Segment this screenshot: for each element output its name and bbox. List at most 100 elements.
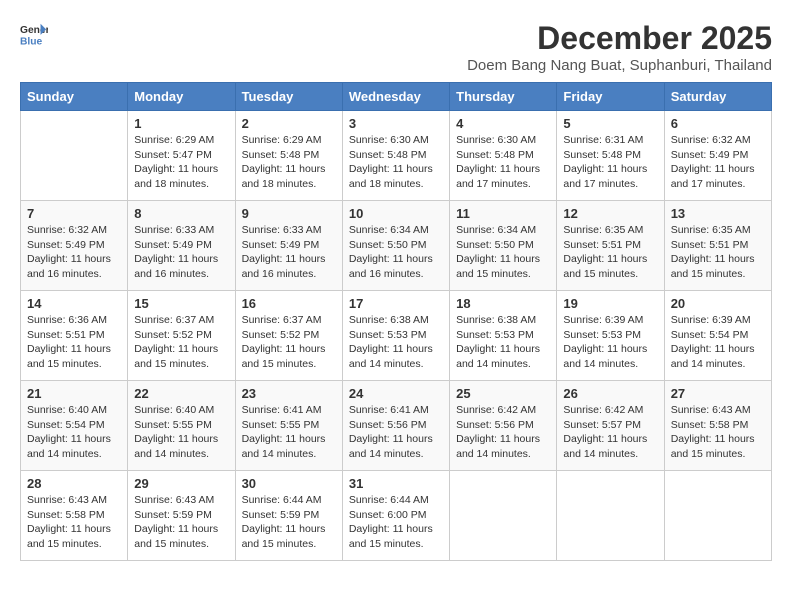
calendar-cell: 23 Sunrise: 6:41 AMSunset: 5:55 PMDayligh… xyxy=(235,381,342,471)
day-info: Sunrise: 6:37 AMSunset: 5:52 PMDaylight:… xyxy=(134,313,228,372)
day-info: Sunrise: 6:29 AMSunset: 5:48 PMDaylight:… xyxy=(242,133,336,192)
day-number: 28 xyxy=(27,476,121,491)
day-info: Sunrise: 6:29 AMSunset: 5:47 PMDaylight:… xyxy=(134,133,228,192)
day-info: Sunrise: 6:38 AMSunset: 5:53 PMDaylight:… xyxy=(349,313,443,372)
day-info: Sunrise: 6:42 AMSunset: 5:57 PMDaylight:… xyxy=(563,403,657,462)
day-number: 7 xyxy=(27,206,121,221)
calendar-cell: 29 Sunrise: 6:43 AMSunset: 5:59 PMDayligh… xyxy=(128,471,235,561)
day-info: Sunrise: 6:37 AMSunset: 5:52 PMDaylight:… xyxy=(242,313,336,372)
calendar-cell: 28 Sunrise: 6:43 AMSunset: 5:58 PMDayligh… xyxy=(21,471,128,561)
header-friday: Friday xyxy=(557,83,664,111)
calendar-cell xyxy=(664,471,771,561)
svg-text:Blue: Blue xyxy=(20,36,43,47)
calendar-cell: 10 Sunrise: 6:34 AMSunset: 5:50 PMDayligh… xyxy=(342,201,449,291)
header-tuesday: Tuesday xyxy=(235,83,342,111)
calendar-cell: 5Sunrise: 6:31 AMSunset: 5:48 PMDaylight… xyxy=(557,111,664,201)
day-number: 27 xyxy=(671,386,765,401)
day-number: 13 xyxy=(671,206,765,221)
header-thursday: Thursday xyxy=(450,83,557,111)
calendar-week-row: 14Sunrise: 6:36 AMSunset: 5:51 PMDayligh… xyxy=(21,291,772,381)
day-number: 17 xyxy=(349,296,443,311)
calendar-cell: 20 Sunrise: 6:39 AMSunset: 5:54 PMDayligh… xyxy=(664,291,771,381)
day-info: Sunrise: 6:33 AMSunset: 5:49 PMDaylight:… xyxy=(242,223,336,282)
calendar-cell: 7 Sunrise: 6:32 AMSunset: 5:49 PMDaylight… xyxy=(21,201,128,291)
month-title: December 2025 xyxy=(467,20,772,57)
day-number: 2 xyxy=(242,116,336,131)
day-number: 30 xyxy=(242,476,336,491)
header-saturday: Saturday xyxy=(664,83,771,111)
calendar-week-row: 7 Sunrise: 6:32 AMSunset: 5:49 PMDaylight… xyxy=(21,201,772,291)
day-number: 12 xyxy=(563,206,657,221)
day-info: Sunrise: 6:43 AMSunset: 5:58 PMDaylight:… xyxy=(27,493,121,552)
calendar-cell: 30 Sunrise: 6:44 AMSunset: 5:59 PMDayligh… xyxy=(235,471,342,561)
calendar-cell: 6 Sunrise: 6:32 AMSunset: 5:49 PMDaylight… xyxy=(664,111,771,201)
calendar-cell: 24 Sunrise: 6:41 AMSunset: 5:56 PMDayligh… xyxy=(342,381,449,471)
calendar-cell: 22 Sunrise: 6:40 AMSunset: 5:55 PMDayligh… xyxy=(128,381,235,471)
calendar-cell: 27 Sunrise: 6:43 AMSunset: 5:58 PMDayligh… xyxy=(664,381,771,471)
day-info: Sunrise: 6:36 AMSunset: 5:51 PMDaylight:… xyxy=(27,313,121,372)
day-number: 23 xyxy=(242,386,336,401)
calendar-cell: 26Sunrise: 6:42 AMSunset: 5:57 PMDayligh… xyxy=(557,381,664,471)
day-info: Sunrise: 6:39 AMSunset: 5:53 PMDaylight:… xyxy=(563,313,657,372)
day-number: 9 xyxy=(242,206,336,221)
day-number: 10 xyxy=(349,206,443,221)
calendar-header-row: Sunday Monday Tuesday Wednesday Thursday… xyxy=(21,83,772,111)
day-info: Sunrise: 6:42 AMSunset: 5:56 PMDaylight:… xyxy=(456,403,550,462)
calendar-cell xyxy=(21,111,128,201)
calendar-cell: 11Sunrise: 6:34 AMSunset: 5:50 PMDayligh… xyxy=(450,201,557,291)
calendar-cell xyxy=(557,471,664,561)
day-info: Sunrise: 6:34 AMSunset: 5:50 PMDaylight:… xyxy=(349,223,443,282)
day-info: Sunrise: 6:32 AMSunset: 5:49 PMDaylight:… xyxy=(671,133,765,192)
calendar-cell: 2 Sunrise: 6:29 AMSunset: 5:48 PMDaylight… xyxy=(235,111,342,201)
day-info: Sunrise: 6:39 AMSunset: 5:54 PMDaylight:… xyxy=(671,313,765,372)
calendar-cell: 3 Sunrise: 6:30 AMSunset: 5:48 PMDaylight… xyxy=(342,111,449,201)
day-number: 4 xyxy=(456,116,550,131)
calendar-cell: 1 Sunrise: 6:29 AMSunset: 5:47 PMDaylight… xyxy=(128,111,235,201)
day-number: 15 xyxy=(134,296,228,311)
location-title: Doem Bang Nang Buat, Suphanburi, Thailan… xyxy=(467,57,772,74)
calendar-cell: 15 Sunrise: 6:37 AMSunset: 5:52 PMDayligh… xyxy=(128,291,235,381)
day-info: Sunrise: 6:41 AMSunset: 5:56 PMDaylight:… xyxy=(349,403,443,462)
day-number: 5 xyxy=(563,116,657,131)
day-info: Sunrise: 6:43 AMSunset: 5:59 PMDaylight:… xyxy=(134,493,228,552)
day-number: 20 xyxy=(671,296,765,311)
day-info: Sunrise: 6:40 AMSunset: 5:55 PMDaylight:… xyxy=(134,403,228,462)
day-info: Sunrise: 6:35 AMSunset: 5:51 PMDaylight:… xyxy=(671,223,765,282)
calendar-week-row: 21 Sunrise: 6:40 AMSunset: 5:54 PMDayligh… xyxy=(21,381,772,471)
calendar-cell: 13 Sunrise: 6:35 AMSunset: 5:51 PMDayligh… xyxy=(664,201,771,291)
day-info: Sunrise: 6:43 AMSunset: 5:58 PMDaylight:… xyxy=(671,403,765,462)
day-info: Sunrise: 6:40 AMSunset: 5:54 PMDaylight:… xyxy=(27,403,121,462)
day-info: Sunrise: 6:32 AMSunset: 5:49 PMDaylight:… xyxy=(27,223,121,282)
day-number: 21 xyxy=(27,386,121,401)
day-number: 31 xyxy=(349,476,443,491)
day-info: Sunrise: 6:44 AMSunset: 5:59 PMDaylight:… xyxy=(242,493,336,552)
day-info: Sunrise: 6:44 AMSunset: 6:00 PMDaylight:… xyxy=(349,493,443,552)
calendar-cell: 25 Sunrise: 6:42 AMSunset: 5:56 PMDayligh… xyxy=(450,381,557,471)
calendar-cell: 12Sunrise: 6:35 AMSunset: 5:51 PMDayligh… xyxy=(557,201,664,291)
calendar-cell: 17 Sunrise: 6:38 AMSunset: 5:53 PMDayligh… xyxy=(342,291,449,381)
calendar-cell: 31 Sunrise: 6:44 AMSunset: 6:00 PMDayligh… xyxy=(342,471,449,561)
day-number: 3 xyxy=(349,116,443,131)
day-number: 1 xyxy=(134,116,228,131)
day-number: 6 xyxy=(671,116,765,131)
calendar-cell: 14Sunrise: 6:36 AMSunset: 5:51 PMDayligh… xyxy=(21,291,128,381)
header-wednesday: Wednesday xyxy=(342,83,449,111)
day-number: 16 xyxy=(242,296,336,311)
calendar-table: Sunday Monday Tuesday Wednesday Thursday… xyxy=(20,82,772,561)
calendar-cell: 18Sunrise: 6:38 AMSunset: 5:53 PMDayligh… xyxy=(450,291,557,381)
calendar-week-row: 28 Sunrise: 6:43 AMSunset: 5:58 PMDayligh… xyxy=(21,471,772,561)
day-number: 22 xyxy=(134,386,228,401)
calendar-week-row: 1 Sunrise: 6:29 AMSunset: 5:47 PMDaylight… xyxy=(21,111,772,201)
header-monday: Monday xyxy=(128,83,235,111)
day-info: Sunrise: 6:34 AMSunset: 5:50 PMDaylight:… xyxy=(456,223,550,282)
day-number: 19 xyxy=(563,296,657,311)
day-info: Sunrise: 6:30 AMSunset: 5:48 PMDaylight:… xyxy=(349,133,443,192)
page-header: General Blue December 2025 Doem Bang Nan… xyxy=(20,20,772,74)
day-number: 29 xyxy=(134,476,228,491)
day-number: 24 xyxy=(349,386,443,401)
header-sunday: Sunday xyxy=(21,83,128,111)
calendar-cell: 19 Sunrise: 6:39 AMSunset: 5:53 PMDayligh… xyxy=(557,291,664,381)
day-number: 18 xyxy=(456,296,550,311)
day-number: 25 xyxy=(456,386,550,401)
day-info: Sunrise: 6:41 AMSunset: 5:55 PMDaylight:… xyxy=(242,403,336,462)
